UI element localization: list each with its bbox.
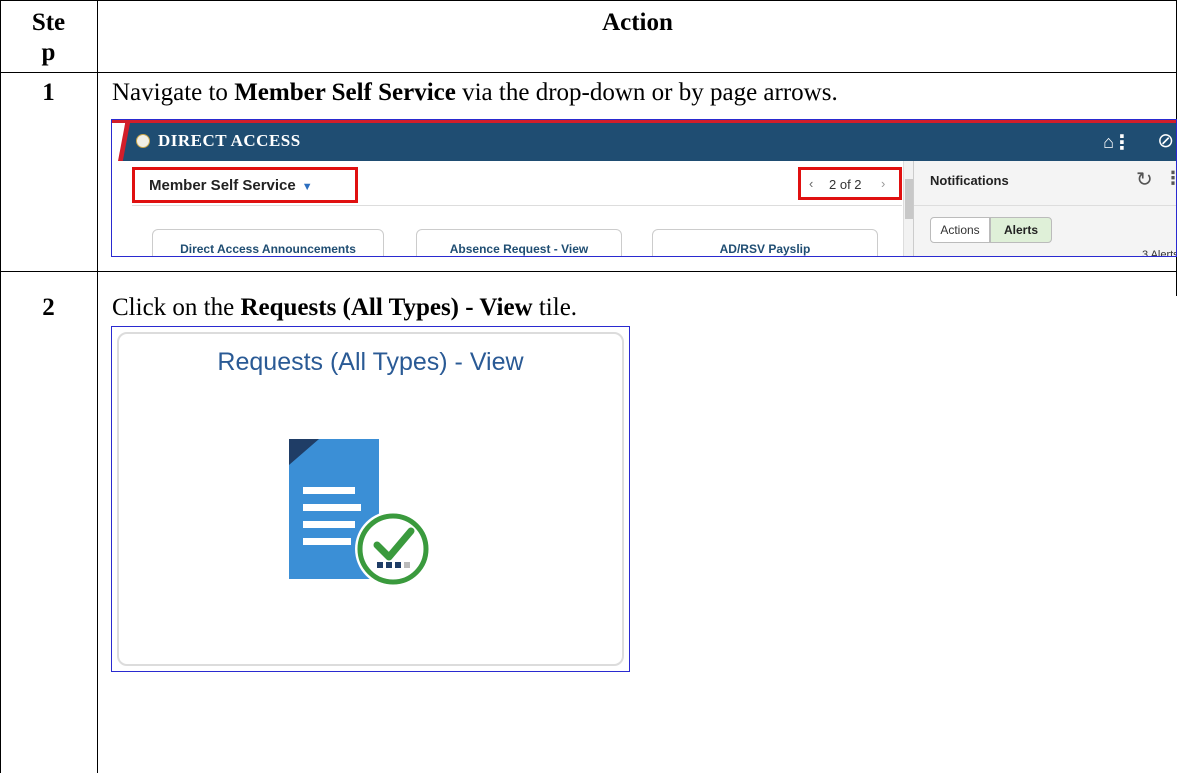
step-2-text-post: tile.	[532, 294, 578, 321]
header-action: Action	[602, 9, 673, 36]
table-border-top	[0, 0, 1177, 1]
step-number-2: 2	[42, 294, 55, 321]
step-instruction-2: Click on the Requests (All Types) - View…	[112, 293, 577, 323]
tab-alerts[interactable]: Alerts	[990, 217, 1052, 243]
app-title: DIRECT ACCESS	[158, 131, 301, 150]
direct-access-screenshot: DIRECT ACCESS ⌂ ⋮ ⊘ Member Self Service ▼…	[111, 119, 1177, 257]
tile-absence-request-view[interactable]: Absence Request - View	[416, 229, 622, 256]
app-banner: DIRECT ACCESS ⌂ ⋮ ⊘	[112, 120, 1176, 161]
requests-all-types-tile[interactable]: Requests (All Types) - View	[117, 332, 624, 666]
divider	[132, 205, 902, 206]
step-1-text-pre: Navigate to	[112, 79, 235, 106]
pager-highlight: ‹ 2 of 2 ›	[798, 167, 902, 200]
table-border-left	[0, 0, 1, 773]
chevron-down-icon: ▼	[301, 181, 313, 193]
homepage-selector-highlight: Member Self Service ▼	[132, 167, 358, 203]
homepage-pane: Member Self Service ▼ ‹ 2 of 2 › Direct A…	[112, 161, 912, 256]
block-icon[interactable]: ⊘	[1157, 128, 1174, 153]
step-number-1: 1	[42, 79, 55, 106]
tile-ad-rsv-payslip[interactable]: AD/RSV Payslip	[652, 229, 878, 256]
notifications-divider	[914, 205, 1176, 206]
notifications-pane: Notifications ↻ ⋮ Actions Alerts 3 Alert…	[913, 161, 1177, 257]
step-1-text-post: via the drop-down or by page arrows.	[455, 79, 838, 106]
header-step: Ste p	[0, 8, 97, 68]
more-icon[interactable]: ⋮	[1112, 130, 1132, 155]
notifications-title: Notifications	[930, 173, 1009, 188]
header-divider	[0, 72, 1177, 73]
chevron-right-icon[interactable]: ›	[881, 176, 885, 191]
row-divider	[0, 271, 1177, 272]
tile-direct-access-announcements[interactable]: Direct Access Announcements	[152, 229, 384, 256]
refresh-icon[interactable]: ↻	[1136, 167, 1153, 192]
tab-actions[interactable]: Actions	[930, 217, 990, 243]
scrollbar-thumb[interactable]	[905, 179, 913, 219]
pager-text: 2 of 2	[829, 177, 862, 192]
requests-tile-screenshot: Requests (All Types) - View	[111, 326, 630, 672]
homepage-selector-label: Member Self Service	[149, 177, 296, 194]
homepage-selector[interactable]: Member Self Service ▼	[149, 177, 313, 194]
notifications-more-icon[interactable]: ⋮	[1164, 168, 1176, 189]
header-step-line2: p	[41, 39, 56, 66]
step-2-text-bold: Requests (All Types) - View	[240, 294, 533, 321]
step-1-text-bold: Member Self Service	[234, 79, 456, 106]
alerts-count: 3 Alerts	[1142, 249, 1177, 257]
chevron-left-icon[interactable]: ‹	[809, 176, 813, 191]
step-instruction-1: Navigate to Member Self Service via the …	[112, 78, 838, 108]
table-column-divider	[97, 0, 98, 773]
header-step-line1: Ste	[31, 9, 66, 36]
tile-title: Requests (All Types) - View	[217, 348, 524, 376]
procedure-table: Ste p Action 1 Navigate to Member Self S…	[0, 0, 1177, 773]
document-check-icon	[289, 439, 431, 587]
seal-icon	[136, 134, 150, 148]
step-2-text-pre: Click on the	[112, 294, 241, 321]
